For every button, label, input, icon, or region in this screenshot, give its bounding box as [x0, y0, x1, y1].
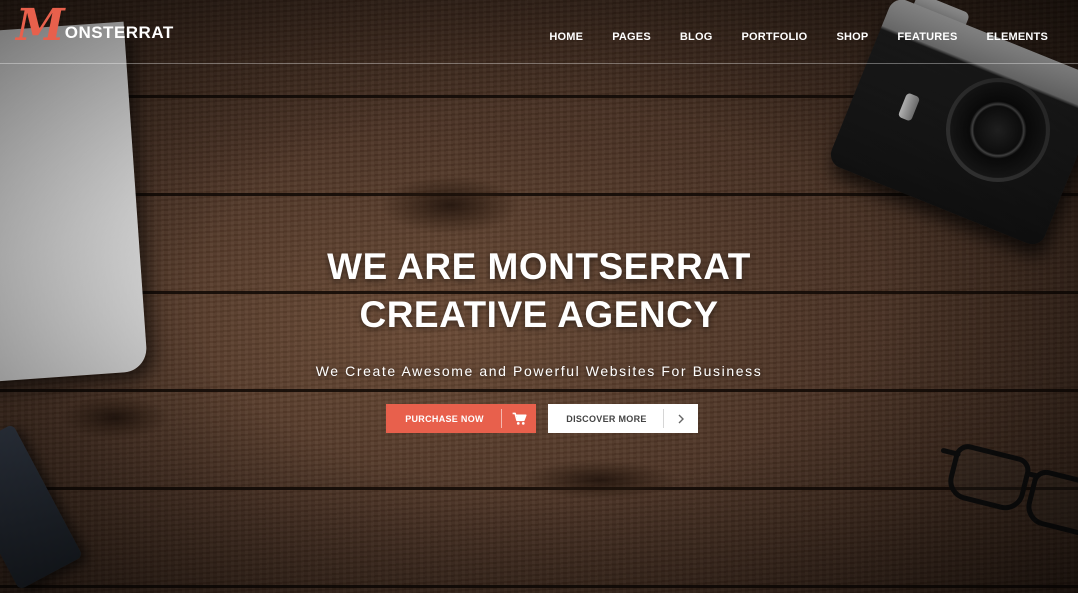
nav-item-home[interactable]: HOME — [549, 31, 583, 43]
logo[interactable]: M ONSTERRAT — [16, 4, 174, 48]
logo-text: ONSTERRAT — [64, 23, 174, 42]
discover-more-button[interactable]: DISCOVER MORE — [548, 404, 698, 433]
nav-item-blog[interactable]: BLOG — [680, 31, 713, 43]
main-nav: HOME PAGES BLOG PORTFOLIO SHOP FEATURES … — [520, 31, 1048, 43]
cart-icon — [502, 412, 536, 426]
discover-button-label: DISCOVER MORE — [566, 413, 647, 424]
hero-headline: WE ARE MONTSERRAT CREATIVE AGENCY — [0, 243, 1078, 339]
purchase-button-label: PURCHASE NOW — [405, 413, 484, 424]
nav-item-elements[interactable]: ELEMENTS — [987, 31, 1049, 43]
headline-line-2: CREATIVE AGENCY — [359, 294, 719, 335]
logo-initial: M — [16, 0, 65, 51]
hero-subheadline: We Create Awesome and Powerful Websites … — [315, 363, 763, 379]
headline-line-1: WE ARE MONTSERRAT — [327, 246, 751, 287]
nav-item-portfolio[interactable]: PORTFOLIO — [741, 31, 807, 43]
nav-item-features[interactable]: FEATURES — [897, 31, 957, 43]
nav-item-pages[interactable]: PAGES — [612, 31, 651, 43]
chevron-right-icon — [664, 414, 698, 424]
site-header: M ONSTERRAT HOME PAGES BLOG PORTFOLIO SH… — [0, 0, 1078, 64]
nav-item-shop[interactable]: SHOP — [836, 31, 868, 43]
purchase-now-button[interactable]: PURCHASE NOW — [386, 404, 536, 433]
